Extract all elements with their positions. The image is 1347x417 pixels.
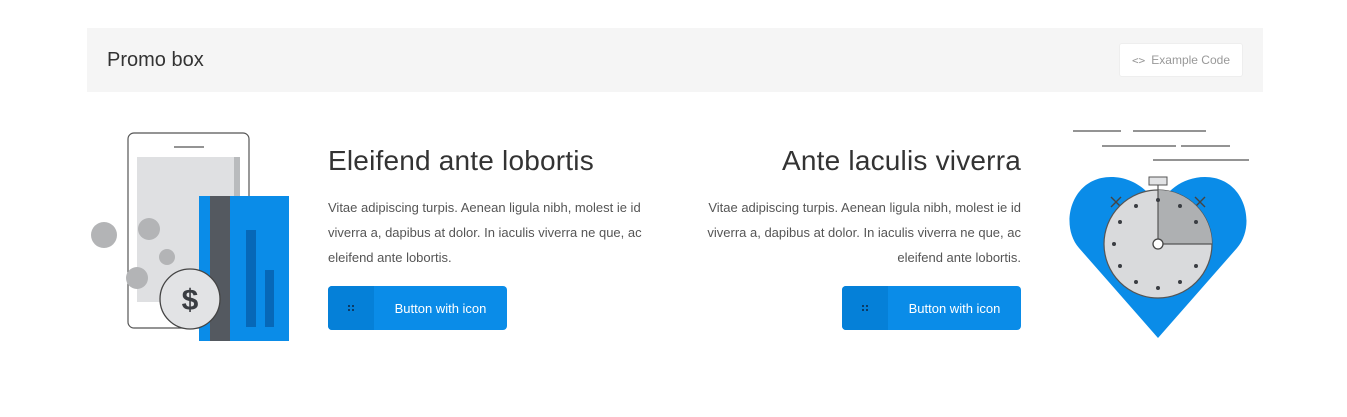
promo-right-title: Ante laculis viverra — [782, 145, 1021, 176]
code-icon: <> — [1132, 53, 1146, 67]
section-header: Promo box <> Example Code — [87, 28, 1263, 92]
section-title: Promo box — [107, 48, 204, 71]
grid-icon — [328, 286, 374, 330]
promo-right-button-label: Button with icon — [908, 300, 1001, 316]
promo-right: Ante laculis viverra Vitae adipiscing tu… — [690, 145, 1021, 330]
phone-card-money-icon: $ — [91, 132, 289, 341]
promo-left: Eleifend ante lobortis Vitae adipiscing … — [328, 145, 658, 330]
grid-icon — [842, 286, 888, 330]
promo-left-text: Vitae adipiscing turpis. Aenean ligula n… — [328, 200, 642, 265]
heart-stopwatch-icon — [1069, 130, 1249, 338]
promo-right-text: Vitae adipiscing turpis. Aenean ligula n… — [707, 200, 1021, 265]
example-code-label: Example Code — [1151, 53, 1230, 67]
promo-left-button[interactable]: Button with icon — [328, 286, 507, 330]
svg-text:$: $ — [182, 284, 199, 317]
example-code-button[interactable]: <> Example Code — [1119, 43, 1243, 77]
promo-left-button-label: Button with icon — [394, 300, 487, 316]
promo-left-title: Eleifend ante lobortis — [328, 145, 594, 176]
promo-right-button[interactable]: Button with icon — [842, 286, 1021, 330]
promo-box-section: Promo box <> Example Code — [87, 28, 1263, 92]
